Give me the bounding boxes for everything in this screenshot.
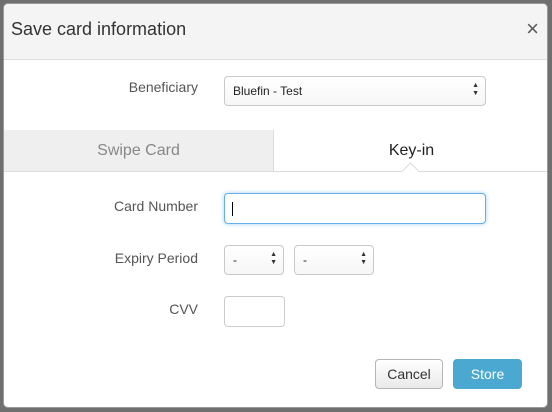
select-arrows-icon: ▲ ▼ <box>360 251 367 266</box>
card-entry-tabs: Swipe Card Key-in <box>4 130 547 172</box>
expiry-label: Expiry Period <box>114 250 198 266</box>
save-card-modal: Save card information × Beneficiary Blue… <box>3 3 548 408</box>
card-number-input[interactable] <box>224 193 486 224</box>
modal-title: Save card information <box>11 19 187 39</box>
text-cursor <box>232 202 233 216</box>
expiry-month-value: - <box>233 253 237 267</box>
expiry-year-value: - <box>303 253 307 267</box>
card-number-label: Card Number <box>113 198 198 214</box>
modal-header: Save card information × <box>4 4 547 60</box>
expiry-month-select[interactable]: - ▲ ▼ <box>224 245 284 275</box>
expiry-year-select[interactable]: - ▲ ▼ <box>294 245 374 275</box>
select-arrows-icon: ▲ ▼ <box>472 82 479 97</box>
tab-swipe-card[interactable]: Swipe Card <box>4 130 274 171</box>
cvv-label: CVV <box>169 301 198 317</box>
select-arrows-icon: ▲ ▼ <box>270 251 277 266</box>
close-icon[interactable]: × <box>526 16 539 42</box>
cancel-button[interactable]: Cancel <box>375 359 443 389</box>
beneficiary-select[interactable]: Bluefin - Test ▲ ▼ <box>224 76 486 106</box>
beneficiary-selected-value: Bluefin - Test <box>233 84 303 98</box>
cvv-input[interactable] <box>224 296 285 327</box>
store-button[interactable]: Store <box>453 359 522 389</box>
beneficiary-label: Beneficiary <box>128 79 198 95</box>
